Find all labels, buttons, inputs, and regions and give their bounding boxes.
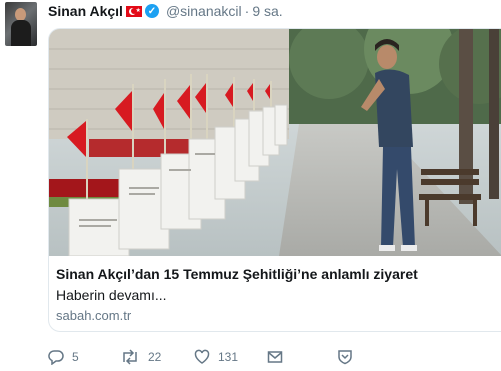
link-card[interactable]: Sinan Akçıl’dan 15 Temmuz Şehitliği’ne a…: [48, 28, 501, 332]
tweet-timestamp[interactable]: 9 sa.: [252, 3, 282, 19]
verified-badge-icon: ✓: [144, 4, 159, 18]
cemetery-photo: [49, 29, 501, 256]
retweet-icon: [123, 349, 137, 365]
avatar[interactable]: [5, 2, 37, 46]
retweet-button[interactable]: 22: [120, 347, 161, 367]
reply-button[interactable]: 5: [48, 347, 79, 367]
tweet-actions: 5 22 131: [48, 347, 501, 367]
card-description[interactable]: Haberin devamı...: [56, 287, 167, 303]
reply-icon: [48, 350, 64, 365]
like-icon: [194, 349, 210, 364]
avatar-body: [11, 20, 31, 46]
card-image[interactable]: [49, 29, 501, 256]
direct-message-button[interactable]: [267, 347, 283, 367]
retweet-count: 22: [148, 350, 162, 364]
tweet-header: Sinan Akçıl ★ ✓ @sinanakcil · 9 sa.: [48, 3, 283, 19]
turkey-flag-icon: ★: [125, 5, 142, 17]
user-name[interactable]: Sinan Akçıl: [48, 3, 123, 19]
like-count: 131: [218, 350, 239, 364]
bookmark-shield-icon: [338, 350, 352, 365]
more-options-button[interactable]: [337, 347, 353, 367]
reply-count: 5: [72, 350, 79, 364]
separator-dot: ·: [244, 3, 250, 19]
message-icon: [267, 351, 283, 363]
card-domain[interactable]: sabah.com.tr: [56, 308, 131, 323]
card-title[interactable]: Sinan Akçıl’dan 15 Temmuz Şehitliği’ne a…: [56, 266, 418, 282]
user-handle[interactable]: @sinanakcil: [166, 3, 242, 19]
like-button[interactable]: 131: [194, 347, 238, 367]
